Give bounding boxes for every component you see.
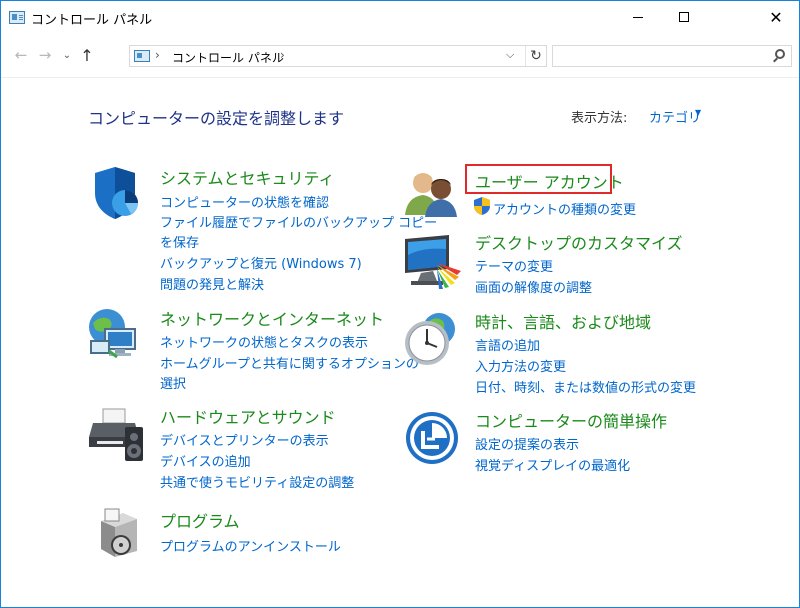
link-adjust-resolution[interactable]: 画面の解像度の調整 — [475, 277, 592, 296]
title-bar: コントロール パネル ✕ — [1, 1, 799, 33]
window-title: コントロール パネル — [31, 13, 153, 28]
view-by-label: 表示方法: — [571, 111, 628, 126]
programs-box-icon[interactable] — [95, 507, 143, 559]
link-homegroup-options[interactable]: ホームグループと共有に関するオプションの — [160, 353, 419, 372]
category-desktop-customization[interactable]: デスクトップのカスタマイズ — [475, 230, 683, 254]
view-by-dropdown[interactable]: カテゴリ — [649, 107, 701, 126]
uac-shield-icon — [473, 197, 491, 215]
link-add-device[interactable]: デバイスの追加 — [160, 451, 251, 470]
search-box[interactable] — [552, 45, 792, 67]
search-input[interactable] — [557, 47, 761, 67]
link-suggested-settings[interactable]: 設定の提案の表示 — [475, 434, 579, 453]
dropdown-caret-icon[interactable]: ▼ — [695, 108, 701, 117]
maximize-button[interactable] — [661, 1, 707, 33]
link-mobility-settings[interactable]: 共通で使うモビリティ設定の調整 — [160, 472, 354, 491]
link-check-computer-status[interactable]: コンピューターの状態を確認 — [160, 192, 329, 211]
refresh-icon: ↻ — [530, 48, 542, 64]
link-change-date-format[interactable]: 日付、時刻、または数値の形式の変更 — [475, 377, 696, 396]
arrow-up-icon: ↑ — [80, 45, 94, 65]
clock-globe-icon[interactable] — [403, 309, 461, 367]
navigation-bar: ← → ⌄ ↑ › コントロール パネル › ⌵ ↻ — [1, 39, 799, 71]
category-programs[interactable]: プログラム — [160, 508, 240, 532]
control-panel-small-icon — [134, 50, 150, 62]
link-change-account-type[interactable]: アカウントの種類の変更 — [493, 199, 636, 218]
link-network-status[interactable]: ネットワークの状態とタスクの表示 — [160, 332, 368, 351]
printer-speaker-icon[interactable] — [89, 407, 145, 463]
link-troubleshoot[interactable]: 問題の発見と解決 — [160, 274, 264, 293]
arrow-left-icon: ← — [14, 46, 28, 64]
link-uninstall-program[interactable]: プログラムのアンインストール — [160, 536, 341, 555]
up-button[interactable]: ↑ — [77, 45, 97, 65]
link-optimize-display[interactable]: 視覚ディスプレイの最適化 — [475, 455, 630, 474]
category-network-internet[interactable]: ネットワークとインターネット — [160, 306, 384, 330]
search-icon[interactable] — [775, 49, 785, 59]
desktop-display-icon[interactable] — [403, 235, 463, 289]
category-system-security[interactable]: システムとセキュリティ — [160, 165, 335, 189]
forward-button[interactable]: → — [35, 45, 55, 65]
link-change-theme[interactable]: テーマの変更 — [475, 256, 553, 275]
link-change-input-method[interactable]: 入力方法の変更 — [475, 356, 566, 375]
back-button[interactable]: ← — [11, 45, 31, 65]
breadcrumb-item-control-panel[interactable]: コントロール パネル — [172, 49, 284, 66]
link-backup-restore[interactable]: バックアップと復元 (Windows 7) — [160, 253, 362, 272]
user-accounts-icon[interactable] — [405, 169, 459, 217]
maximize-icon — [679, 12, 689, 22]
refresh-button[interactable]: ↻ — [525, 46, 546, 66]
close-button[interactable]: ✕ — [753, 1, 799, 33]
minimize-icon — [633, 16, 643, 18]
divider — [1, 77, 799, 78]
category-ease-of-access[interactable]: コンピューターの簡単操作 — [475, 408, 667, 432]
breadcrumb-chevron-icon[interactable]: › — [280, 48, 285, 62]
category-hardware-sound[interactable]: ハードウェアとサウンド — [160, 404, 336, 428]
breadcrumb-chevron-icon[interactable]: › — [155, 48, 160, 62]
network-globe-icon[interactable] — [87, 307, 143, 361]
category-user-accounts[interactable]: ユーザー アカウント — [475, 169, 624, 193]
arrow-right-icon: → — [38, 46, 52, 64]
link-file-history-backup[interactable]: ファイル履歴でファイルのバックアップ コピー — [160, 212, 437, 231]
control-panel-icon — [9, 11, 25, 24]
link-homegroup-options-cont[interactable]: 選択 — [160, 373, 186, 392]
shield-icon[interactable] — [91, 167, 143, 221]
recent-locations-button[interactable]: ⌄ — [57, 45, 77, 65]
category-clock-language-region[interactable]: 時計、言語、および地域 — [475, 309, 651, 333]
close-icon: ✕ — [769, 7, 783, 27]
address-bar[interactable]: › コントロール パネル › ⌵ ↻ — [129, 45, 547, 67]
ease-of-access-icon[interactable] — [405, 411, 459, 465]
minimize-button[interactable] — [615, 1, 661, 33]
page-heading: コンピューターの設定を調整します — [88, 109, 345, 128]
address-dropdown-icon[interactable]: ⌵ — [506, 48, 514, 62]
link-add-language[interactable]: 言語の追加 — [475, 335, 540, 354]
control-panel-window: コントロール パネル ✕ ← → ⌄ ↑ › コントロール パネル › ⌵ ↻ … — [0, 0, 800, 608]
link-file-history-backup-cont[interactable]: を保存 — [160, 232, 199, 251]
chevron-down-icon: ⌄ — [62, 49, 72, 61]
link-devices-printers[interactable]: デバイスとプリンターの表示 — [160, 430, 329, 449]
